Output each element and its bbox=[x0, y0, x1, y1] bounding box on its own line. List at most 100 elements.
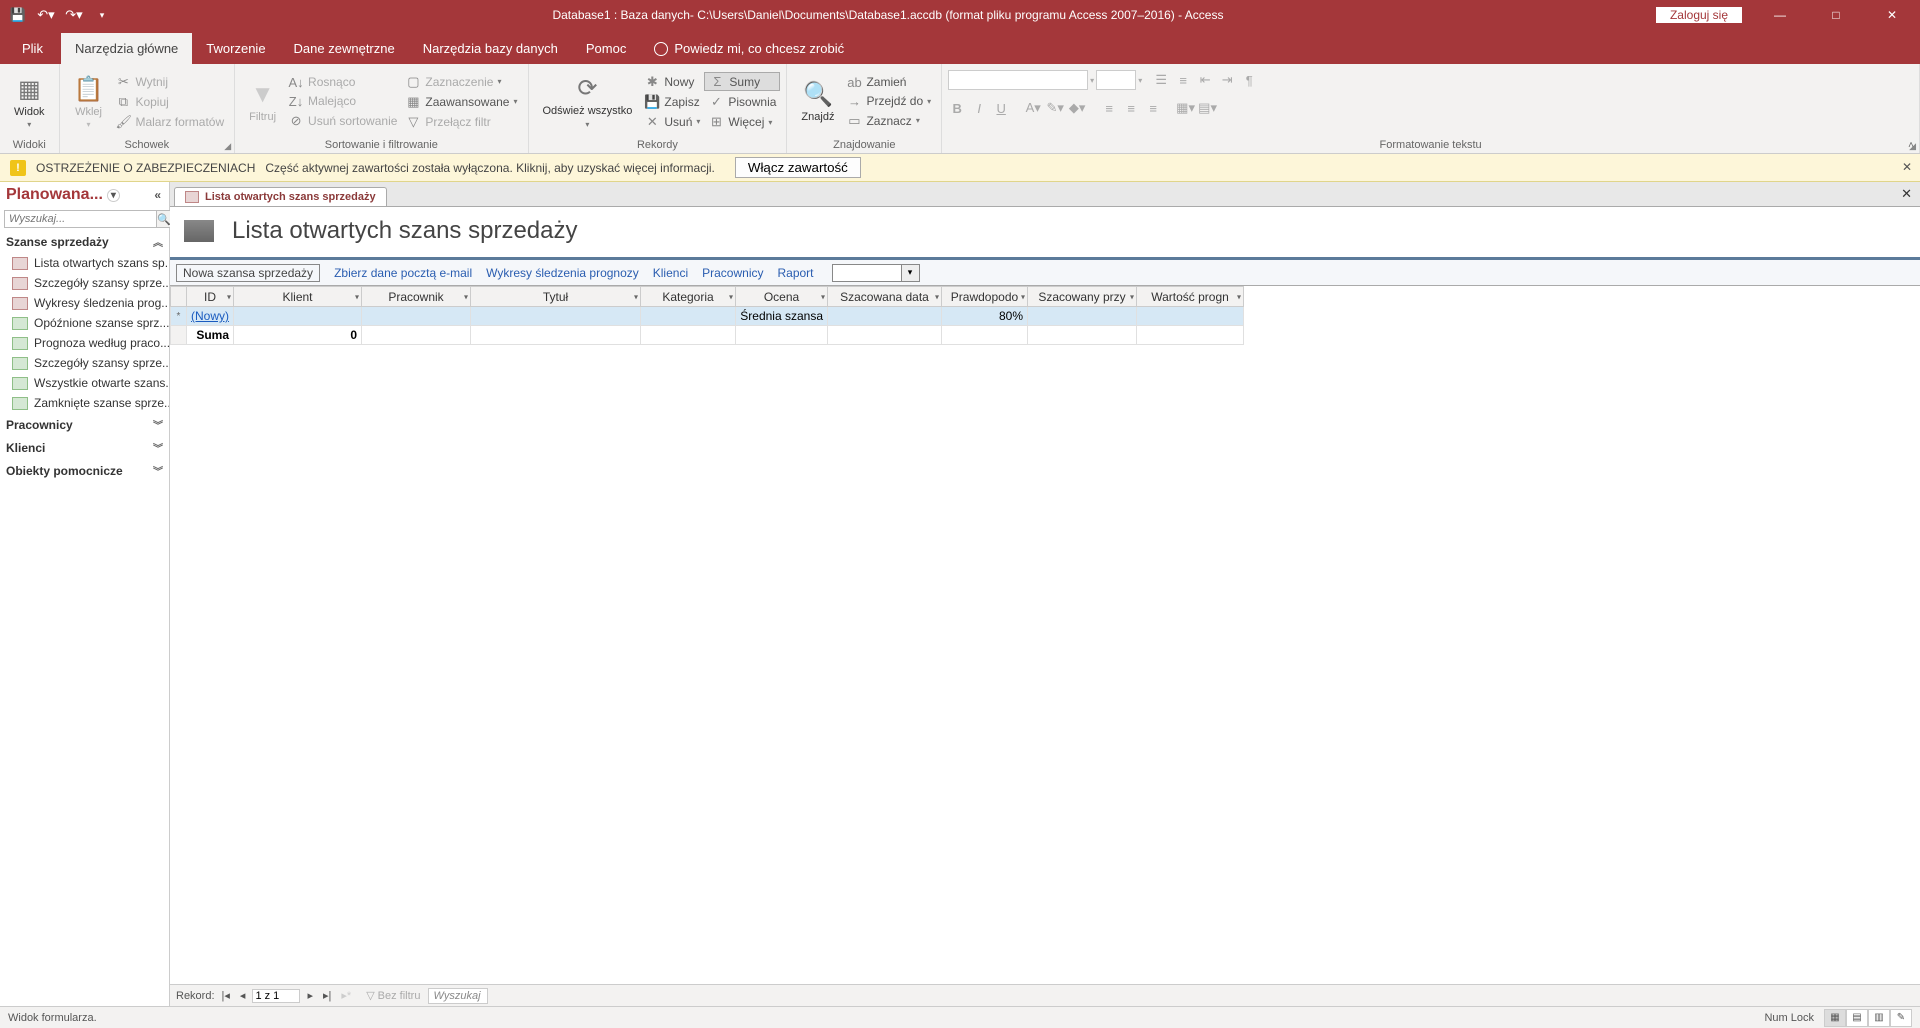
enable-content-button[interactable]: Włącz zawartość bbox=[735, 157, 861, 178]
next-record-icon[interactable]: ▸ bbox=[304, 989, 316, 1002]
minimize-icon[interactable]: — bbox=[1762, 0, 1798, 30]
col-klient[interactable]: Klient▾ bbox=[234, 287, 362, 307]
gridlines-icon[interactable]: ▦▾ bbox=[1176, 100, 1194, 116]
remove-sort-button[interactable]: ⊘Usuń sortowanie bbox=[284, 112, 401, 130]
underline-icon[interactable]: U bbox=[992, 101, 1010, 116]
tell-me-search[interactable]: Powiedz mi, co chcesz zrobić bbox=[640, 33, 858, 64]
sort-desc-button[interactable]: Z↓Malejąco bbox=[284, 93, 401, 110]
totals-button[interactable]: ΣSumy bbox=[704, 72, 780, 91]
collapse-ribbon-icon[interactable]: ˄ bbox=[1908, 140, 1914, 151]
save-icon[interactable]: 💾 bbox=[6, 3, 30, 27]
nav-item[interactable]: Wykresy śledzenia prog... bbox=[0, 293, 169, 313]
nav-section-pracownicy[interactable]: Pracownicy︾ bbox=[0, 413, 169, 436]
close-security-icon[interactable]: ✕ bbox=[1902, 160, 1912, 174]
dropdown-icon[interactable]: ▾ bbox=[1237, 292, 1241, 301]
dropdown-icon[interactable]: ▾ bbox=[227, 292, 231, 301]
bullets-icon[interactable]: ☰ bbox=[1152, 72, 1170, 88]
nav-search-input[interactable] bbox=[4, 210, 157, 228]
dropdown-icon[interactable]: ▾ bbox=[935, 292, 939, 301]
col-wartosc[interactable]: Wartość progn▾ bbox=[1137, 287, 1244, 307]
nav-section-szanse[interactable]: Szanse sprzedaży︽ bbox=[0, 230, 169, 253]
font-size-select[interactable] bbox=[1096, 70, 1136, 90]
tab-dbtools[interactable]: Narzędzia bazy danych bbox=[409, 33, 572, 64]
col-pracownik[interactable]: Pracownik▾ bbox=[362, 287, 471, 307]
close-icon[interactable]: ✕ bbox=[1874, 0, 1910, 30]
combo-dropdown-icon[interactable]: ▾ bbox=[902, 264, 920, 282]
col-ocena[interactable]: Ocena▾ bbox=[736, 287, 828, 307]
form-view-icon[interactable]: ▦ bbox=[1824, 1009, 1846, 1027]
indent-dec-icon[interactable]: ⇤ bbox=[1196, 72, 1214, 88]
dialog-launcher-icon[interactable]: ◢ bbox=[224, 141, 231, 152]
report-combo[interactable]: ▾ bbox=[832, 264, 920, 282]
nav-item[interactable]: Szczegóły szansy sprze... bbox=[0, 353, 169, 373]
italic-icon[interactable]: I bbox=[970, 101, 988, 116]
spelling-button[interactable]: ✓Pisownia bbox=[704, 93, 780, 111]
layout-view-icon[interactable]: ▥ bbox=[1868, 1009, 1890, 1027]
save-record-button[interactable]: 💾Zapisz bbox=[640, 93, 704, 111]
nav-item[interactable]: Wszystkie otwarte szans... bbox=[0, 373, 169, 393]
cell[interactable] bbox=[234, 307, 362, 326]
sort-asc-button[interactable]: A↓Rosnąco bbox=[284, 74, 401, 91]
datasheet[interactable]: ID▾ Klient▾ Pracownik▾ Tytuł▾ Kategoria▾… bbox=[170, 286, 1920, 984]
design-view-icon[interactable]: ✎ bbox=[1890, 1009, 1912, 1027]
indent-inc-icon[interactable]: ⇥ bbox=[1218, 72, 1236, 88]
bold-icon[interactable]: B bbox=[948, 101, 966, 116]
cell[interactable] bbox=[471, 307, 641, 326]
selection-button[interactable]: ▢Zaznaczenie bbox=[401, 73, 521, 91]
raport-link[interactable]: Raport bbox=[777, 266, 813, 280]
select-all[interactable] bbox=[171, 287, 187, 307]
nav-item[interactable]: Zamknięte szanse sprze... bbox=[0, 393, 169, 413]
nav-collapse-icon[interactable]: « bbox=[152, 186, 163, 204]
numbering-icon[interactable]: ≡ bbox=[1174, 73, 1192, 88]
nav-header[interactable]: Planowana... ▾ « bbox=[0, 182, 169, 208]
paste-button[interactable]: 📋 Wklej ▾ bbox=[66, 73, 112, 131]
dropdown-icon[interactable]: ▾ bbox=[464, 292, 468, 301]
new-record-row[interactable]: * (Nowy) Średnia szansa 80% bbox=[171, 307, 1244, 326]
cell-prob[interactable]: 80% bbox=[942, 307, 1028, 326]
col-szac-przy[interactable]: Szacowany przy▾ bbox=[1028, 287, 1137, 307]
more-button[interactable]: ⊞Więcej bbox=[704, 113, 780, 131]
fill-icon[interactable]: ◆▾ bbox=[1068, 100, 1086, 116]
cell[interactable] bbox=[362, 307, 471, 326]
delete-record-button[interactable]: ✕Usuń bbox=[640, 113, 704, 131]
col-szac-data[interactable]: Szacowana data▾ bbox=[828, 287, 942, 307]
goto-button[interactable]: →Przejdź do bbox=[842, 93, 935, 110]
datasheet-view-icon[interactable]: ▤ bbox=[1846, 1009, 1868, 1027]
dropdown-icon[interactable]: ▾ bbox=[1021, 292, 1025, 301]
cell[interactable] bbox=[641, 307, 736, 326]
painter-button[interactable]: 🖌Malarz formatów bbox=[111, 113, 228, 131]
align-right-icon[interactable]: ≡ bbox=[1144, 101, 1162, 116]
row-selector[interactable] bbox=[171, 326, 187, 345]
new-record-nav-icon[interactable]: ▸* bbox=[338, 989, 354, 1002]
last-record-icon[interactable]: ▸| bbox=[320, 989, 334, 1002]
dropdown-icon[interactable]: ▾ bbox=[1130, 292, 1134, 301]
align-center-icon[interactable]: ≡ bbox=[1122, 101, 1140, 116]
qat-customize-icon[interactable]: ▾ bbox=[90, 3, 114, 27]
tab-help[interactable]: Pomoc bbox=[572, 33, 640, 64]
nav-section-obiekty[interactable]: Obiekty pomocnicze︾ bbox=[0, 459, 169, 482]
view-button[interactable]: ▦ Widok ▾ bbox=[6, 73, 53, 131]
document-tab[interactable]: Lista otwartych szans sprzedaży bbox=[174, 187, 387, 206]
font-family-select[interactable] bbox=[948, 70, 1088, 90]
alt-row-icon[interactable]: ▤▾ bbox=[1198, 100, 1216, 116]
col-tytul[interactable]: Tytuł▾ bbox=[471, 287, 641, 307]
tab-external[interactable]: Dane zewnętrzne bbox=[280, 33, 409, 64]
nav-section-klienci[interactable]: Klienci︾ bbox=[0, 436, 169, 459]
advanced-button[interactable]: ▦Zaawansowane bbox=[401, 93, 521, 111]
replace-button[interactable]: abZamień bbox=[842, 74, 935, 91]
cell-id[interactable]: (Nowy) bbox=[187, 307, 234, 326]
cell[interactable] bbox=[828, 307, 942, 326]
refresh-button[interactable]: ⟳ Odśwież wszystko ▾ bbox=[535, 72, 641, 130]
prev-record-icon[interactable]: ◂ bbox=[237, 989, 249, 1002]
cell[interactable] bbox=[1028, 307, 1137, 326]
nav-item[interactable]: Lista otwartych szans sp... bbox=[0, 253, 169, 273]
dropdown-icon[interactable]: ▾ bbox=[634, 292, 638, 301]
klienci-link[interactable]: Klienci bbox=[653, 266, 688, 280]
cut-button[interactable]: ✂Wytnij bbox=[111, 73, 228, 91]
col-prawdop[interactable]: Prawdopodo▾ bbox=[942, 287, 1028, 307]
email-collect-link[interactable]: Zbierz dane pocztą e-mail bbox=[334, 266, 472, 280]
pracownicy-link[interactable]: Pracownicy bbox=[702, 266, 763, 280]
nav-item[interactable]: Opóźnione szanse sprz... bbox=[0, 313, 169, 333]
maximize-icon[interactable]: □ bbox=[1818, 0, 1854, 30]
cell[interactable] bbox=[1137, 307, 1244, 326]
